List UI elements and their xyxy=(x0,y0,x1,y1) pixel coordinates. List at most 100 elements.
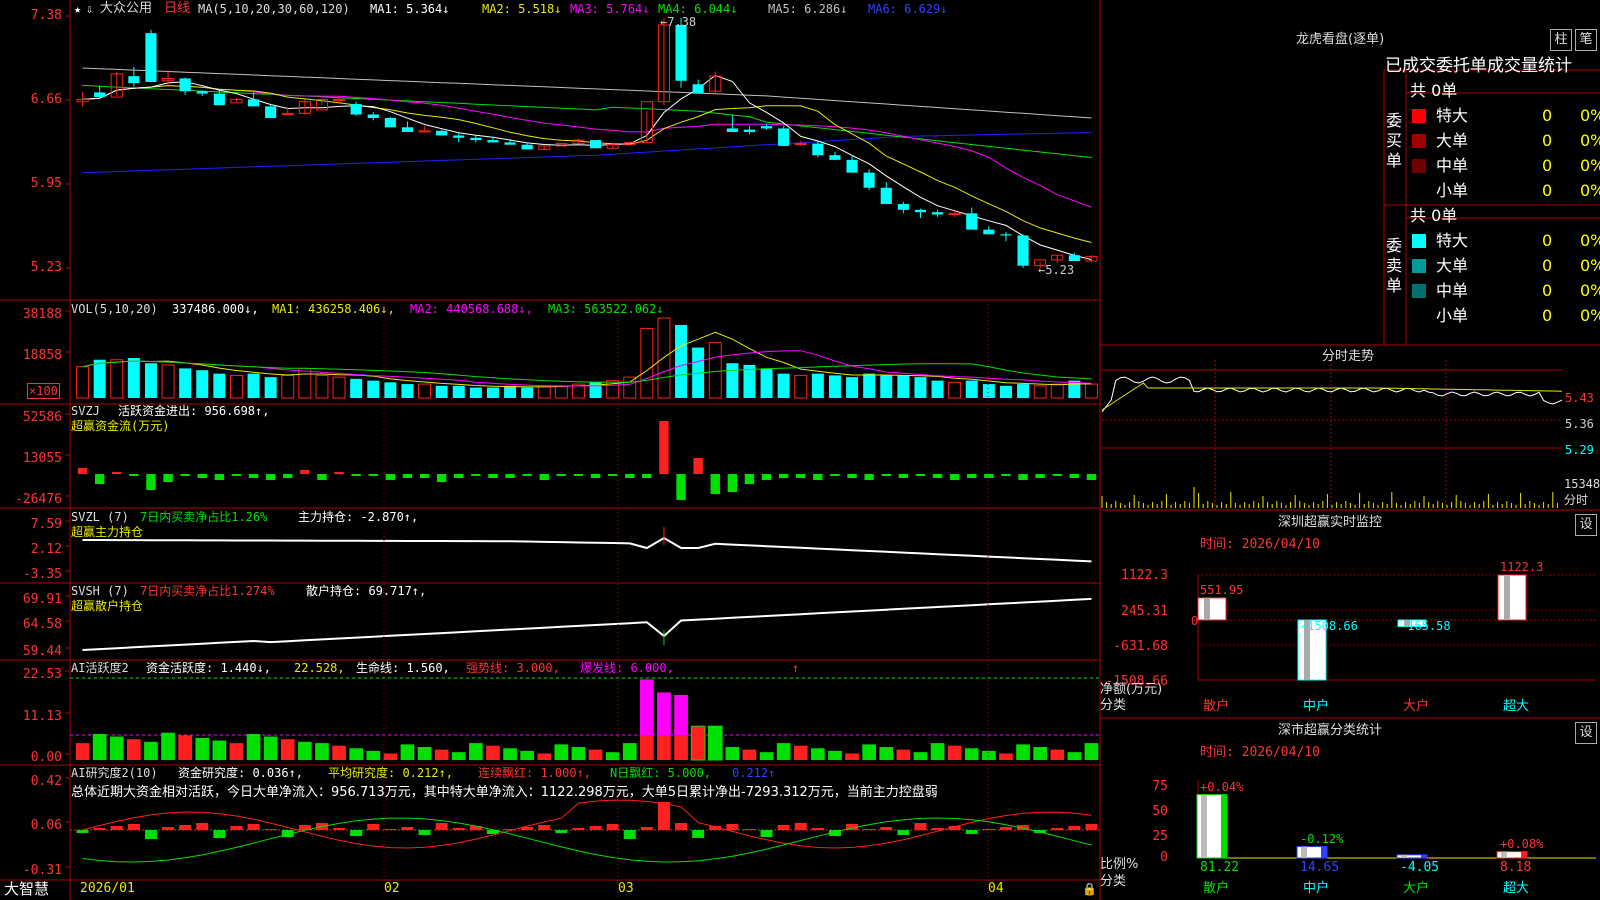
research-bar xyxy=(880,827,893,830)
monitor-zero: 0 xyxy=(1191,614,1199,628)
monitor-bar xyxy=(1497,574,1527,621)
activity-bar xyxy=(947,745,962,760)
candle-body xyxy=(470,137,482,141)
sell-row-pct: 0% xyxy=(1580,231,1600,250)
vol-ma1: MA1: 436258.406↓, xyxy=(272,302,395,316)
sell-row-swatch xyxy=(1412,259,1426,273)
volume-bar xyxy=(1068,380,1081,398)
volume-bar xyxy=(229,374,243,399)
candle-body xyxy=(401,127,414,132)
candle-body xyxy=(145,33,157,82)
monitor-ylabel: 净额(万元) xyxy=(1100,682,1163,697)
activity-bar xyxy=(537,753,552,760)
ma6-value: MA6: 6.629↓ xyxy=(868,2,948,16)
research-bar xyxy=(897,830,910,835)
svzj-sub: 超赢资金流(万元) xyxy=(71,419,170,433)
ma3-line xyxy=(82,85,1092,208)
activity-bar xyxy=(1067,752,1082,760)
candle-body xyxy=(931,212,944,215)
volume-bar xyxy=(794,374,808,399)
class-category[interactable]: 散户 xyxy=(1203,882,1229,896)
candle-body xyxy=(966,213,978,230)
research-bar xyxy=(589,826,602,830)
volume-bar xyxy=(863,373,876,398)
monitor-category[interactable]: 大户 xyxy=(1403,700,1429,714)
volume-bar xyxy=(469,387,482,398)
lock-icon[interactable]: 🔒 xyxy=(1082,882,1097,896)
volume-bar xyxy=(298,367,312,399)
down-arrow-icon[interactable]: ⇩ xyxy=(86,2,93,16)
research-bar xyxy=(726,824,739,830)
class-bar-edge xyxy=(1321,846,1327,858)
flow-bar xyxy=(539,474,549,480)
research-red-line xyxy=(82,799,1092,849)
monitor-category[interactable]: 散户 xyxy=(1203,700,1229,714)
sell-row-pct: 0% xyxy=(1580,306,1600,325)
sell-row-value: 0 xyxy=(1542,231,1553,250)
flow-bar xyxy=(1052,474,1062,476)
vol-value: 337486.000↓, xyxy=(172,302,259,316)
monitor-category[interactable]: 中户 xyxy=(1303,700,1329,714)
volume-bar xyxy=(1017,384,1030,398)
monitor-settings-button[interactable]: 设 xyxy=(1575,514,1597,536)
class-settings-button[interactable]: 设 xyxy=(1575,722,1597,744)
candle-body xyxy=(504,142,516,145)
buy-row-value: 0 xyxy=(1542,131,1553,150)
class-tick: 50 xyxy=(1152,804,1168,819)
sell-row-pct: 0% xyxy=(1580,281,1600,300)
volume-bar xyxy=(1033,385,1047,399)
ma-params: MA(5,10,20,30,60,120) xyxy=(198,2,350,16)
air-label: AI研究度2(10) xyxy=(71,766,158,780)
volume-bar xyxy=(897,375,910,398)
svzl-tick: 7.59 xyxy=(30,517,62,532)
flow-bar xyxy=(1069,474,1080,478)
activity-bar xyxy=(486,745,500,760)
monitor-value: -165.58 xyxy=(1400,619,1451,633)
class-category[interactable]: 大户 xyxy=(1403,882,1429,896)
class-value: 14.65 xyxy=(1300,860,1340,875)
buy-row-name: 中单 xyxy=(1436,156,1469,175)
volume-bar xyxy=(675,324,688,398)
ai2-p2: 22.528, xyxy=(294,661,345,675)
stock-title[interactable]: 大众公用 xyxy=(100,2,152,16)
volume-bar xyxy=(418,383,432,399)
flow-bar xyxy=(796,474,806,478)
sell-row-pct: 0% xyxy=(1580,256,1600,275)
volume-bar xyxy=(982,384,995,398)
research-bar xyxy=(692,830,705,838)
class-category[interactable]: 中户 xyxy=(1303,882,1329,896)
volume-bar xyxy=(367,380,380,398)
ai2-tick: 22.53 xyxy=(22,667,62,682)
research-bar xyxy=(76,830,89,833)
flow-bar xyxy=(505,474,515,478)
activity-bar xyxy=(742,749,757,760)
monitor-category[interactable]: 超大 xyxy=(1503,700,1529,714)
svzl-label: SVZL (7) xyxy=(71,510,129,524)
period-label[interactable]: 日线 xyxy=(164,2,190,16)
class-bar-edge xyxy=(1221,794,1227,858)
candle-body xyxy=(812,143,824,156)
research-bar xyxy=(333,828,346,830)
volume-bar xyxy=(931,380,944,398)
flow-bar xyxy=(283,474,293,478)
column-view-button[interactable]: 柱 xyxy=(1550,29,1572,51)
flow-bar xyxy=(556,474,567,476)
activity-bar xyxy=(674,735,688,760)
research-bar xyxy=(914,823,927,830)
ai2-p4: 强势线: 3.000, xyxy=(466,661,560,675)
star-icon[interactable]: ★ xyxy=(74,2,81,16)
candle-body xyxy=(367,114,379,118)
flow-bar xyxy=(180,474,190,476)
class-tick: 75 xyxy=(1152,779,1168,794)
research-bar xyxy=(435,823,448,830)
research-bar xyxy=(384,829,397,830)
buy-row-swatch xyxy=(1412,134,1426,148)
vol-ma1-line xyxy=(82,331,1092,388)
tick-view-button[interactable]: 笔 xyxy=(1575,29,1597,51)
flow-bar xyxy=(659,421,669,474)
volume-bar xyxy=(144,363,157,398)
svzj-label: SVZJ xyxy=(71,404,100,418)
activity-bar xyxy=(349,748,363,760)
flow-bar xyxy=(522,474,532,476)
class-category[interactable]: 超大 xyxy=(1503,882,1529,896)
